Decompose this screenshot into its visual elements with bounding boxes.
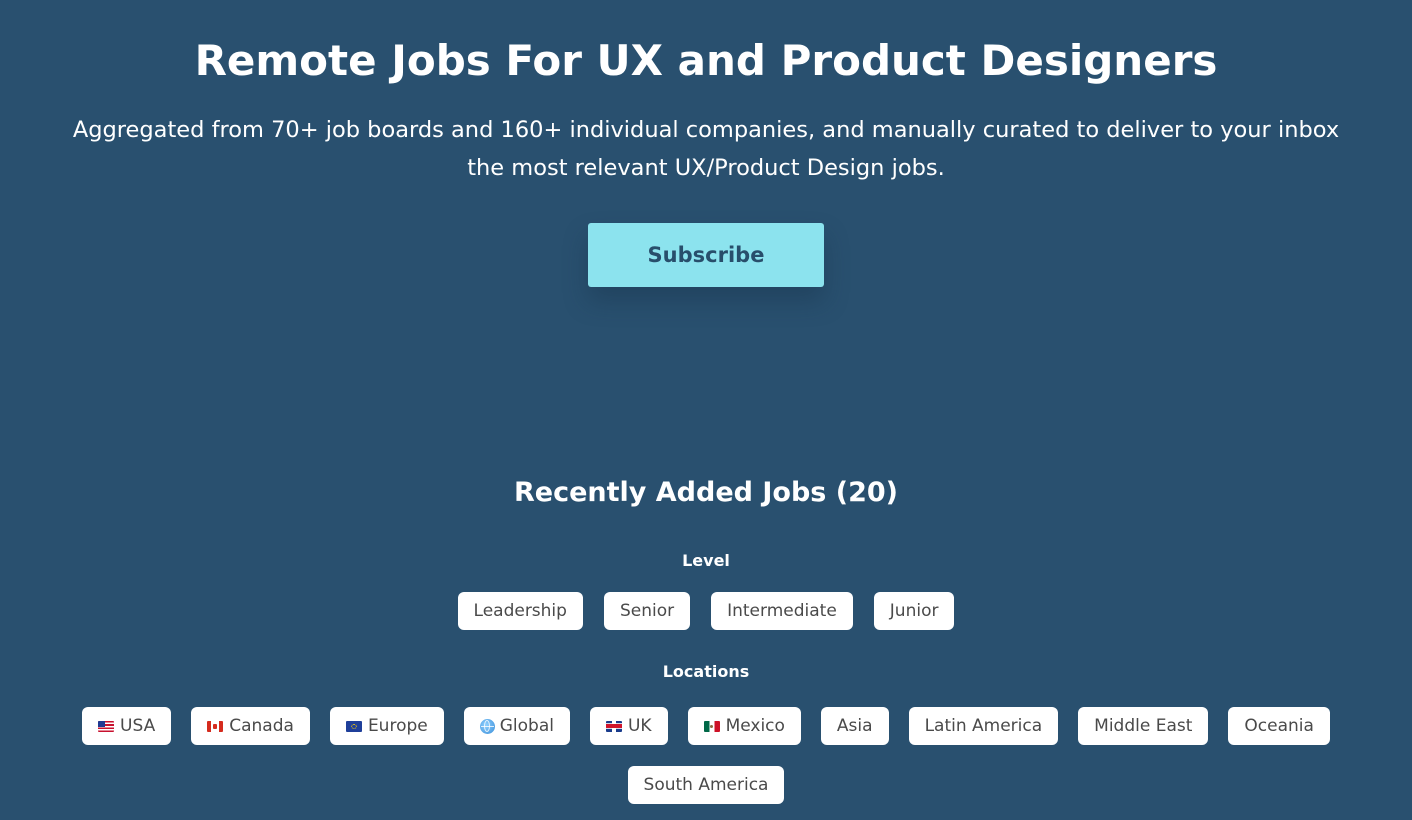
level-chip-junior[interactable]: Junior bbox=[873, 592, 955, 630]
location-chip-uk[interactable]: UK bbox=[589, 707, 668, 745]
locations-filter-label: Locations bbox=[662, 662, 750, 681]
location-chip-label: Canada bbox=[229, 716, 294, 736]
level-chip-senior[interactable]: Senior bbox=[603, 592, 691, 630]
globe-icon bbox=[479, 718, 495, 734]
location-chip-global[interactable]: Global bbox=[463, 707, 570, 745]
canada-flag-icon bbox=[207, 720, 224, 732]
subscribe-wrap: Subscribe bbox=[0, 223, 1412, 323]
location-chip-usa[interactable]: USA bbox=[82, 707, 172, 745]
location-chip-latin-america[interactable]: Latin America bbox=[908, 707, 1059, 745]
usa-flag-icon bbox=[98, 720, 115, 732]
hero-title: Remote Jobs For UX and Product Designers bbox=[194, 36, 1218, 85]
hero-subtitle-line-1: Aggregated from 70+ job boards and 160+ … bbox=[72, 117, 1340, 143]
hero-subtitle-line-2: the most relevant UX/Product Design jobs… bbox=[467, 155, 945, 181]
hero-subtitle: Aggregated from 70+ job boards and 160+ … bbox=[36, 111, 1376, 187]
locations-filter-group-row-2: South America bbox=[0, 766, 1412, 804]
location-chip-label: Europe bbox=[367, 716, 428, 736]
location-chip-label: USA bbox=[120, 716, 156, 736]
location-chip-europe[interactable]: Europe bbox=[329, 707, 444, 745]
europe-flag-icon bbox=[345, 720, 362, 732]
location-chip-canada[interactable]: Canada bbox=[191, 707, 310, 745]
location-chip-label: UK bbox=[627, 716, 652, 736]
level-filter-label: Level bbox=[682, 551, 730, 570]
uk-flag-icon bbox=[605, 720, 622, 732]
locations-filter-group: USA Canada Europe Global UK Mexico Asia … bbox=[0, 707, 1412, 745]
location-chip-south-america[interactable]: South America bbox=[627, 766, 785, 804]
level-chip-leadership[interactable]: Leadership bbox=[457, 592, 583, 630]
location-chip-label: Mexico bbox=[725, 716, 785, 736]
location-chip-oceania[interactable]: Oceania bbox=[1228, 707, 1330, 745]
level-chip-intermediate[interactable]: Intermediate bbox=[711, 592, 853, 630]
mexico-flag-icon bbox=[703, 720, 720, 732]
location-chip-mexico[interactable]: Mexico bbox=[687, 707, 801, 745]
recently-added-jobs-title: Recently Added Jobs (20) bbox=[513, 477, 899, 508]
location-chip-label: Global bbox=[499, 716, 554, 736]
location-chip-middle-east[interactable]: Middle East bbox=[1078, 707, 1209, 745]
level-filter-group: Leadership Senior Intermediate Junior bbox=[0, 592, 1412, 630]
location-chip-asia[interactable]: Asia bbox=[820, 707, 889, 745]
subscribe-button[interactable]: Subscribe bbox=[588, 223, 824, 287]
page: Remote Jobs For UX and Product Designers… bbox=[0, 0, 1412, 820]
